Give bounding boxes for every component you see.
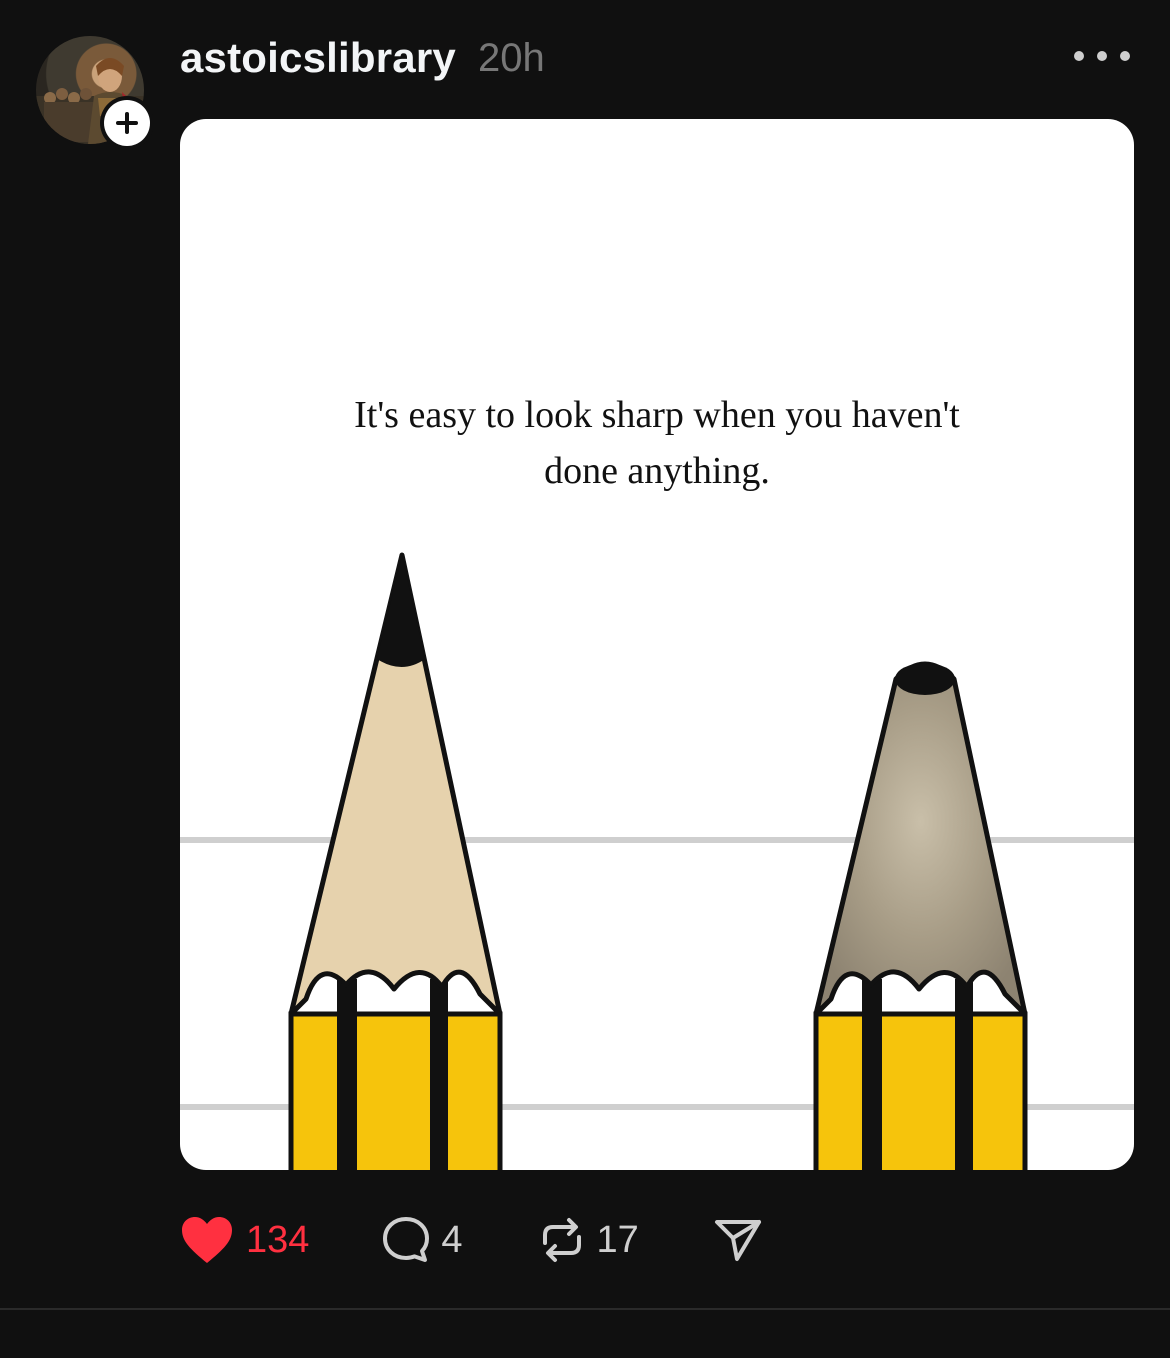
post-divider [0,1308,1170,1310]
post-image[interactable]: It's easy to look sharp when you haven't… [180,119,1134,1170]
comment-bubble-icon [383,1217,430,1262]
repost-button[interactable]: 17 [537,1208,639,1272]
plus-icon [116,112,138,134]
follow-button-inner [104,100,150,146]
more-dots-icon [1097,51,1107,61]
comment-button[interactable]: 4 [381,1208,463,1272]
more-options-button[interactable] [1074,36,1130,76]
dull-pencil [813,661,1028,1170]
repost-count: 17 [596,1218,639,1261]
post-timestamp: 20h [477,35,545,80]
like-button[interactable]: 134 [180,1208,309,1272]
send-icon [714,1220,761,1261]
like-count: 134 [246,1218,310,1261]
thread-post: astoicslibrary 20h It's easy to look sha… [0,0,1170,1310]
caption-line: It's easy to look sharp when you haven't [354,394,960,436]
share-button[interactable] [713,1208,763,1272]
more-dots-icon [1120,51,1130,61]
sharp-pencil [288,552,503,1170]
image-caption: It's easy to look sharp when you haven't… [180,387,1134,499]
username[interactable]: astoicslibrary [180,34,456,82]
comment-count: 4 [441,1218,463,1261]
avatar-container [36,36,154,150]
action-bar: 134 4 17 [180,1208,763,1272]
more-dots-icon [1074,51,1084,61]
pencils-illustration [180,552,1134,1170]
heart-icon [182,1217,232,1263]
repost-icon [542,1218,581,1262]
follow-button[interactable] [100,96,154,150]
caption-line: done anything. [544,450,770,492]
post-header: astoicslibrary 20h [180,28,545,88]
